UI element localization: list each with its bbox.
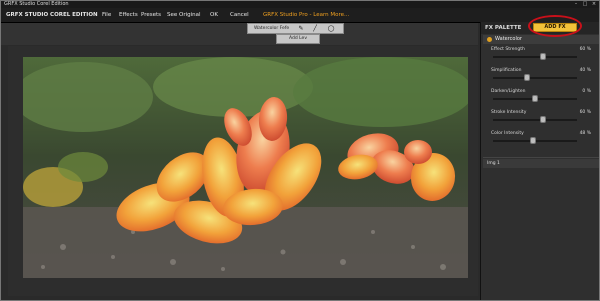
minimize-icon[interactable]: – [572,1,580,7]
see-original-button[interactable]: See Original [167,8,201,22]
param-label: Effect Strength [491,47,525,52]
param-label: Darken/Lighten [491,89,526,94]
brush-icon[interactable]: ✎ [296,25,306,33]
param-value[interactable]: 60 % [580,110,591,116]
menu-presets[interactable]: Presets [141,8,161,22]
menu-file[interactable]: File [102,8,111,22]
highlight-ring [528,15,582,37]
close-icon[interactable]: × [590,1,598,7]
param-effect-strength: Effect Strength 60 % [489,47,597,67]
param-simplification: Simplification 40 % [489,68,597,88]
menu-bar: GRFX STUDIO COREL EDITION File Effects P… [0,8,600,23]
effect-header[interactable]: Watercolor [483,35,599,44]
panel-divider [483,157,599,158]
param-label: Color Intensity [491,131,524,136]
param-darken-lighten: Darken/Lighten 0 % [489,89,597,109]
app-window: GRFX Studio Corel Edition – □ × GRFX STU… [0,0,600,301]
param-value[interactable]: 48 % [580,131,591,137]
slider-track[interactable] [493,77,577,79]
add-layer-button[interactable]: Add Lev [276,34,320,44]
layer-toolbox: Watercolor Fefe ✎ ╱ ◯ [247,23,344,34]
succulent-photo [23,57,468,278]
tool-strip [0,23,478,45]
app-brand: GRFX STUDIO COREL EDITION [6,12,98,18]
slider-knob[interactable] [540,116,547,123]
window-title: GRFX Studio Corel Edition [4,1,69,7]
effect-dot-icon [487,37,492,42]
menu-effects[interactable]: Effects [119,8,138,22]
layer-name[interactable]: Watercolor Fefe [254,25,289,33]
fx-palette-title: FX PALETTE [485,25,522,31]
slider-track[interactable] [493,119,577,121]
param-label: Simplification [491,68,522,73]
pen-icon[interactable]: ╱ [310,25,320,33]
image-section-label: Img 1 [487,161,500,166]
slider-knob[interactable] [523,74,530,81]
param-color-intensity: Color Intensity 48 % [489,131,597,151]
ok-button[interactable]: OK [210,8,218,22]
param-value[interactable]: 60 % [580,47,591,53]
effect-name: Watercolor [495,36,522,42]
slider-track[interactable] [493,56,577,58]
image-section[interactable]: Img 1 [483,159,599,168]
slider-knob[interactable] [540,53,547,60]
maximize-icon[interactable]: □ [581,1,589,7]
cancel-button[interactable]: Cancel [230,8,249,22]
ellipse-icon[interactable]: ◯ [326,25,336,33]
add-layer-label: Add Lev [288,36,307,41]
param-label: Stroke Intensity [491,110,527,115]
param-value[interactable]: 40 % [580,68,591,74]
fx-palette-panel: FX PALETTE ADD FX Watercolor Effect Stre… [480,22,600,301]
slider-knob[interactable] [530,137,537,144]
param-value[interactable]: 0 % [582,89,591,95]
preview-image[interactable] [23,57,468,278]
param-stroke-intensity: Stroke Intensity 60 % [489,110,597,130]
slider-knob[interactable] [532,95,538,102]
promo-link[interactable]: GRFX Studio Pro - Learn More... [263,8,349,22]
